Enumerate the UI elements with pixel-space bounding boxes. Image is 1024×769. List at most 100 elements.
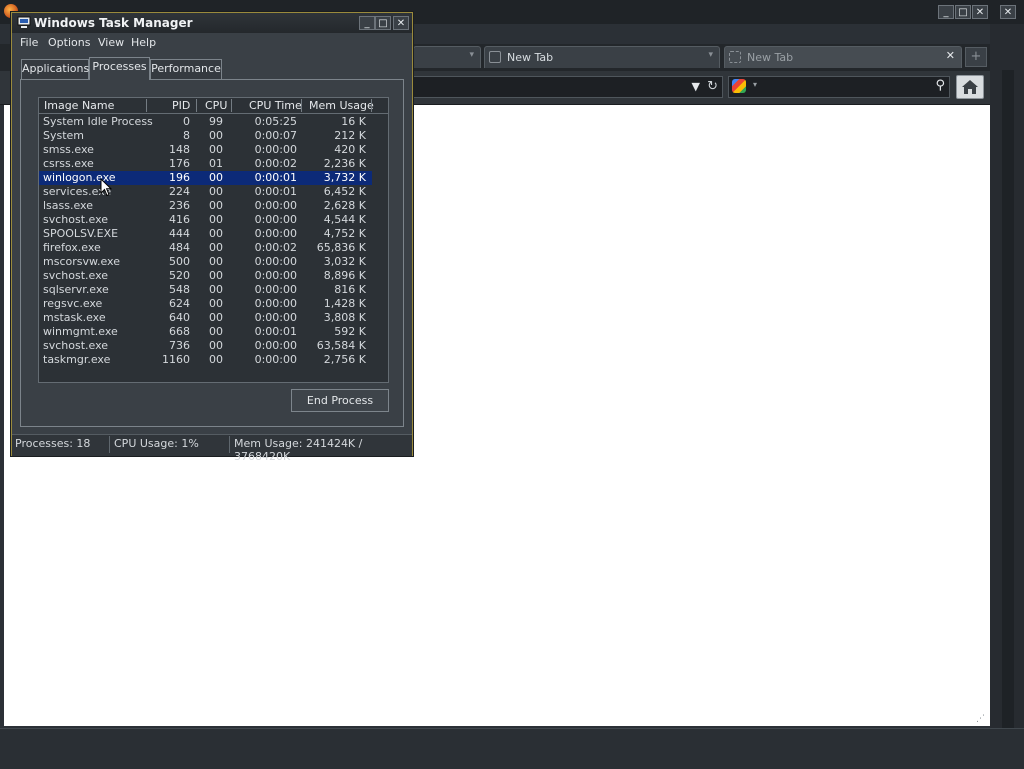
process-mem-usage: 592 K [334, 325, 366, 338]
maximize-button[interactable]: □ [375, 16, 391, 30]
menu-file[interactable]: File [20, 36, 38, 49]
tab-label: New Tab [747, 51, 794, 64]
table-row[interactable]: csrss.exe 176 01 0:00:02 2,236 K [39, 157, 372, 171]
column-header-mem-usage[interactable]: Mem Usage [309, 99, 374, 112]
column-header-cpu-time[interactable]: CPU Time [249, 99, 302, 112]
process-cpu-time: 0:00:00 [254, 269, 297, 282]
process-cpu-time: 0:00:02 [254, 157, 297, 170]
process-cpu: 00 [209, 213, 223, 226]
process-pid: 668 [169, 325, 190, 338]
status-processes: Processes: 18 [15, 437, 91, 450]
browser-close-button[interactable]: ✕ [972, 5, 988, 19]
end-process-button[interactable]: End Process [291, 389, 389, 412]
process-cpu: 00 [209, 129, 223, 142]
process-cpu-time: 0:00:00 [254, 143, 297, 156]
process-name: csrss.exe [43, 157, 94, 170]
column-divider[interactable] [196, 99, 197, 112]
close-button[interactable]: ✕ [393, 16, 409, 30]
table-row[interactable]: mstask.exe 640 00 0:00:00 3,808 K [39, 311, 372, 325]
browser-tab[interactable]: New Tab ▾ [484, 46, 720, 68]
chevron-down-icon[interactable]: ▾ [753, 80, 757, 89]
process-pid: 484 [169, 241, 190, 254]
table-row[interactable]: taskmgr.exe 1160 00 0:00:00 2,756 K [39, 353, 372, 367]
browser-tab-active[interactable]: New Tab ✕ [724, 46, 962, 68]
process-name: svchost.exe [43, 339, 109, 352]
table-row[interactable]: System 8 00 0:00:07 212 K [39, 129, 372, 143]
search-icon[interactable]: ⚲ [935, 78, 945, 93]
secondary-close-button[interactable]: ✕ [1000, 5, 1016, 19]
menu-view[interactable]: View [98, 36, 124, 49]
table-row[interactable]: mscorsvw.exe 500 00 0:00:00 3,032 K [39, 255, 372, 269]
table-row[interactable]: regsvc.exe 624 00 0:00:00 1,428 K [39, 297, 372, 311]
process-cpu: 00 [209, 143, 223, 156]
column-header-image-name[interactable]: Image Name [44, 99, 114, 112]
browser-statusbar [0, 728, 1024, 769]
process-cpu-time: 0:00:00 [254, 297, 297, 310]
process-pid: 520 [169, 269, 190, 282]
vertical-scrollbar[interactable] [1002, 70, 1014, 730]
table-row[interactable]: svchost.exe 736 00 0:00:00 63,584 K [39, 339, 372, 353]
page-icon [729, 51, 741, 63]
table-row[interactable]: winmgmt.exe 668 00 0:00:01 592 K [39, 325, 372, 339]
table-row[interactable]: smss.exe 148 00 0:00:00 420 K [39, 143, 372, 157]
process-pid: 148 [169, 143, 190, 156]
google-icon[interactable] [732, 79, 746, 93]
tab-applications[interactable]: Applications [21, 59, 89, 79]
browser-tab-partial[interactable]: ▾ [413, 46, 481, 68]
column-divider[interactable] [231, 99, 232, 112]
table-row[interactable]: lsass.exe 236 00 0:00:00 2,628 K [39, 199, 372, 213]
process-cpu-time: 0:00:00 [254, 199, 297, 212]
process-mem-usage: 1,428 K [323, 297, 366, 310]
table-row[interactable]: svchost.exe 416 00 0:00:00 4,544 K [39, 213, 372, 227]
column-divider[interactable] [371, 99, 372, 112]
column-header-pid[interactable]: PID [172, 99, 190, 112]
table-row[interactable]: services.exe 224 00 0:00:01 6,452 K [39, 185, 372, 199]
process-name: mstask.exe [43, 311, 106, 324]
url-dropdown-icon[interactable]: ▼ [692, 80, 700, 93]
table-row[interactable]: System Idle Process 0 99 0:05:25 16 K [39, 115, 372, 129]
column-header-cpu[interactable]: CPU [205, 99, 227, 112]
process-mem-usage: 65,836 K [316, 241, 366, 254]
reload-icon[interactable]: ↻ [707, 79, 718, 94]
process-mem-usage: 63,584 K [316, 339, 366, 352]
minimize-button[interactable]: _ [359, 16, 375, 30]
table-row[interactable]: winlogon.exe 196 00 0:00:01 3,732 K [39, 171, 372, 185]
process-name: SPOOLSV.EXE [43, 227, 119, 240]
process-cpu: 00 [209, 297, 223, 310]
home-button[interactable] [956, 75, 984, 99]
table-row[interactable]: SPOOLSV.EXE 444 00 0:00:00 4,752 K [39, 227, 372, 241]
browser-minimize-button[interactable]: _ [938, 5, 954, 19]
process-list[interactable]: Image Name PID CPU CPU Time Mem Usage Sy… [38, 97, 389, 383]
column-divider[interactable] [301, 99, 302, 112]
chevron-down-icon: ▾ [708, 50, 713, 60]
process-name: smss.exe [43, 143, 94, 156]
process-name: mscorsvw.exe [43, 255, 120, 268]
menu-help[interactable]: Help [131, 36, 156, 49]
process-cpu: 00 [209, 227, 223, 240]
table-row[interactable]: svchost.exe 520 00 0:00:00 8,896 K [39, 269, 372, 283]
tab-close-icon[interactable]: ✕ [946, 49, 955, 62]
resize-grip-icon[interactable]: ⋰ [976, 714, 988, 726]
url-bar[interactable]: ▼ ↻ [405, 76, 723, 98]
table-row[interactable]: sqlservr.exe 548 00 0:00:00 816 K [39, 283, 372, 297]
menu-options[interactable]: Options [48, 36, 90, 49]
column-divider[interactable] [146, 99, 147, 112]
new-tab-button[interactable]: + [965, 47, 987, 67]
browser-maximize-button[interactable]: □ [955, 5, 971, 19]
process-cpu-time: 0:00:00 [254, 311, 297, 324]
mouse-cursor-icon [100, 178, 112, 197]
process-cpu-time: 0:00:01 [254, 325, 297, 338]
process-name: svchost.exe [43, 213, 109, 226]
table-row[interactable]: firefox.exe 484 00 0:00:02 65,836 K [39, 241, 372, 255]
process-pid: 1160 [162, 353, 190, 366]
process-cpu-time: 0:00:00 [254, 227, 297, 240]
process-pid: 416 [169, 213, 190, 226]
process-mem-usage: 3,808 K [323, 311, 366, 324]
process-pid: 500 [169, 255, 190, 268]
process-cpu-time: 0:05:25 [254, 115, 297, 128]
tab-performance[interactable]: Performance [150, 59, 222, 79]
tab-processes[interactable]: Processes [89, 57, 150, 80]
status-cpu-usage: CPU Usage: 1% [114, 437, 199, 450]
process-name: firefox.exe [43, 241, 101, 254]
search-bar[interactable]: ▾ ⚲ [728, 76, 950, 98]
